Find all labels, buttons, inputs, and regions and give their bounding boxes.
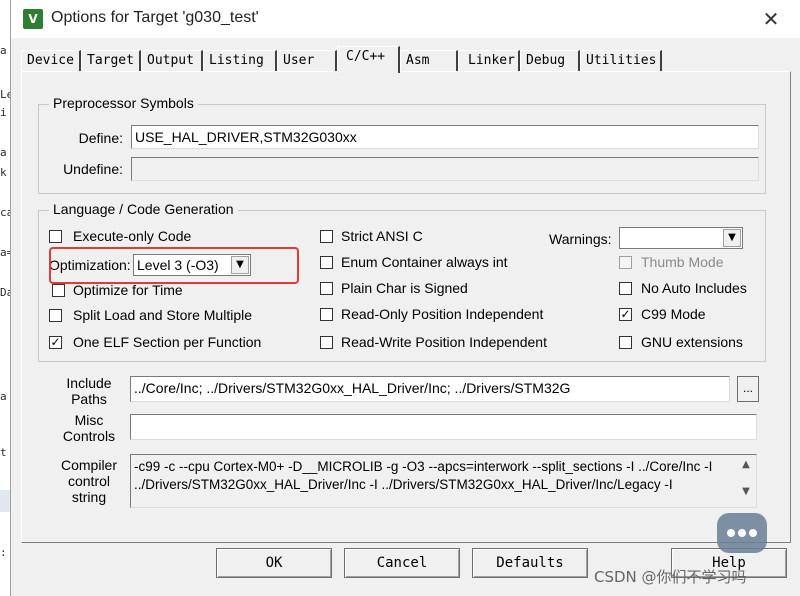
misc-label-line2: Controls <box>62 428 116 444</box>
scroll-down-icon[interactable]: ▼ <box>737 486 755 497</box>
strict-ansi-checkbox[interactable] <box>320 230 333 243</box>
compiler-string-label: Compiler control string <box>60 457 118 505</box>
readwrite-pos-checkbox[interactable] <box>320 336 333 349</box>
enum-container-label: Enum Container always int <box>341 254 508 270</box>
execute-only-label: Execute-only Code <box>73 228 192 244</box>
tab-linker[interactable]: Linker <box>458 50 520 72</box>
include-paths-label: Include Paths <box>62 375 116 407</box>
scroll-up-icon[interactable]: ▲ <box>737 459 755 470</box>
no-auto-includes-label: No Auto Includes <box>641 280 747 296</box>
c99-mode-label: C99 Mode <box>641 306 706 322</box>
compiler-string-line1: -c99 -c --cpu Cortex-M0+ -D__MICROLIB -g… <box>134 459 713 474</box>
misc-label-line1: Misc <box>74 412 104 428</box>
include-browse-button[interactable]: ... <box>737 376 759 402</box>
close-icon[interactable]: ✕ <box>751 4 791 34</box>
define-field[interactable]: USE_HAL_DRIVER,STM32G030xx <box>131 125 759 149</box>
tab-bar: Device Target Output Listing User C/C++ … <box>21 46 791 73</box>
undefine-label: Undefine: <box>63 161 123 177</box>
c-cpp-tab-panel: Preprocessor Symbols Define: USE_HAL_DRI… <box>21 71 791 543</box>
c99-mode-checkbox[interactable]: ✓ <box>619 308 632 321</box>
defaults-button[interactable]: Defaults <box>472 548 588 578</box>
readonly-pos-label: Read-Only Position Independent <box>341 306 544 322</box>
plain-char-label: Plain Char is Signed <box>341 280 468 296</box>
optimization-highlight-box <box>49 247 299 284</box>
execute-only-checkbox[interactable] <box>49 230 62 243</box>
compiler-label-line1: Compiler <box>60 457 117 473</box>
compiler-label-line3: string <box>71 489 107 505</box>
compiler-scrollbar[interactable]: ▲ ▼ <box>737 456 755 506</box>
title-bar: V Options for Target 'g030_test' ✕ <box>11 0 800 38</box>
window-title: Options for Target 'g030_test' <box>51 9 259 26</box>
options-dialog: V Options for Target 'g030_test' ✕ Devic… <box>10 0 800 596</box>
preprocessor-group: Preprocessor Symbols Define: USE_HAL_DRI… <box>38 95 766 194</box>
tab-user[interactable]: User <box>277 50 337 72</box>
thumb-mode-label: Thumb Mode <box>641 254 724 270</box>
misc-controls-label: Misc Controls <box>62 412 116 444</box>
keil-app-icon: V <box>23 9 43 29</box>
define-label: Define: <box>78 130 123 146</box>
include-paths-field[interactable]: ../Core/Inc; ../Drivers/STM32G0xx_HAL_Dr… <box>130 376 730 402</box>
readwrite-pos-label: Read-Write Position Independent <box>341 334 547 350</box>
warnings-label: Warnings: <box>549 231 612 247</box>
csdn-watermark: CSDN @你们不学习吗 <box>594 568 747 586</box>
optimize-time-checkbox[interactable] <box>52 284 65 297</box>
cancel-button[interactable]: Cancel <box>344 548 460 578</box>
tab-output[interactable]: Output <box>141 50 203 72</box>
undefine-field[interactable] <box>131 157 759 181</box>
chevron-down-icon: ▼ <box>723 229 741 247</box>
one-elf-checkbox[interactable]: ✓ <box>49 336 62 349</box>
ok-button[interactable]: OK <box>216 548 332 578</box>
strict-ansi-label: Strict ANSI C <box>341 228 423 244</box>
tab-utilities[interactable]: Utilities <box>580 50 662 72</box>
gnu-extensions-checkbox[interactable] <box>619 336 632 349</box>
no-auto-includes-checkbox[interactable] <box>619 282 632 295</box>
tab-device[interactable]: Device <box>21 50 81 72</box>
tab-asm[interactable]: Asm <box>400 50 458 72</box>
preprocessor-legend: Preprocessor Symbols <box>49 95 198 111</box>
gnu-extensions-label: GNU extensions <box>641 334 743 350</box>
language-legend: Language / Code Generation <box>49 201 238 217</box>
tab-debug[interactable]: Debug <box>520 50 580 72</box>
include-label-line1: Include <box>66 375 112 391</box>
chat-bubble-icon <box>717 513 767 553</box>
misc-controls-field[interactable] <box>130 414 757 440</box>
split-load-checkbox[interactable] <box>49 309 62 322</box>
split-load-label: Split Load and Store Multiple <box>73 307 252 323</box>
one-elf-label: One ELF Section per Function <box>73 334 262 350</box>
tab-c-cpp[interactable]: C/C++ <box>337 46 400 73</box>
tab-listing[interactable]: Listing <box>203 50 277 72</box>
thumb-mode-checkbox[interactable] <box>619 256 632 269</box>
compiler-string-line2: ../Drivers/STM32G0xx_HAL_Driver/Inc -I .… <box>134 477 673 492</box>
tab-target[interactable]: Target <box>81 50 141 72</box>
optimize-time-label: Optimize for Time <box>73 282 183 298</box>
readonly-pos-checkbox[interactable] <box>320 308 333 321</box>
include-label-line2: Paths <box>71 391 107 407</box>
compiler-string-field[interactable]: -c99 -c --cpu Cortex-M0+ -D__MICROLIB -g… <box>130 454 757 508</box>
warnings-select[interactable]: ▼ <box>619 227 743 249</box>
plain-char-checkbox[interactable] <box>320 282 333 295</box>
language-group: Language / Code Generation Execute-only … <box>38 201 766 362</box>
compiler-label-line2: control <box>67 473 111 489</box>
enum-container-checkbox[interactable] <box>320 256 333 269</box>
